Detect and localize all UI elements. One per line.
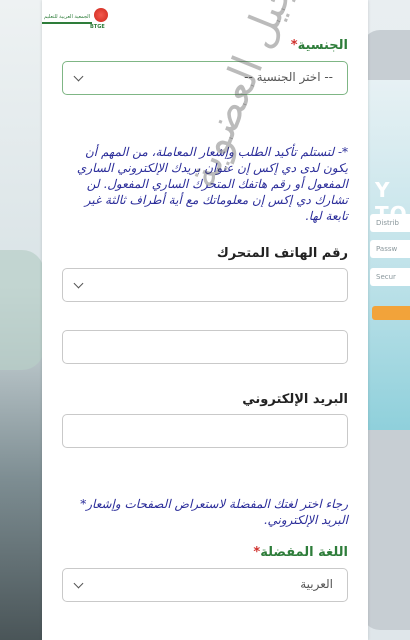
background-field-3: Secur [370,268,410,286]
nationality-select[interactable]: -- اختر الجنسية -- [62,61,348,95]
registration-form: الجمعية العربية للتعليم BTGE الجنسية* --… [42,0,368,640]
background-field-2: Passw [370,240,410,258]
logo: الجمعية العربية للتعليم BTGE [42,6,112,32]
chevron-down-icon [73,278,84,289]
nationality-label: الجنسية* [287,38,348,53]
background-button [372,306,410,320]
background-field-1: Distrib [370,214,410,232]
phone-label-text: رقم الهاتف المتحرك [216,246,348,261]
language-label: اللغة المفضلة* [249,545,348,560]
phone-country-code-select[interactable] [62,268,348,302]
language-select[interactable]: العربية [62,568,348,602]
language-note: رجاء اختر لغتك المفضلة لاستعراض الصفحات … [80,497,348,527]
phone-number-input[interactable] [62,330,348,364]
language-select-value: العربية [300,577,333,591]
logo-emblem-icon [94,8,108,22]
chevron-down-icon [73,578,84,589]
logo-divider [42,22,92,24]
logo-text: الجمعية العربية للتعليم [44,14,91,20]
nationality-label-text: الجنسية [297,38,348,53]
phone-note: *- لتستلم تأكيد الطلب وإشعار المعاملة، م… [76,145,348,223]
language-label-text: اللغة المفضلة [260,545,348,560]
background-cup [0,250,44,370]
email-label: البريد الإلكتروني [242,392,348,407]
logo-abbrev: BTGE [90,24,105,30]
chevron-down-icon [73,71,84,82]
email-input[interactable] [62,414,348,448]
nationality-select-value: -- اختر الجنسية -- [244,70,333,84]
required-mark: * [290,38,298,53]
phone-label: رقم الهاتف المتحرك [217,246,348,261]
email-label-text: البريد الإلكتروني [242,392,348,407]
